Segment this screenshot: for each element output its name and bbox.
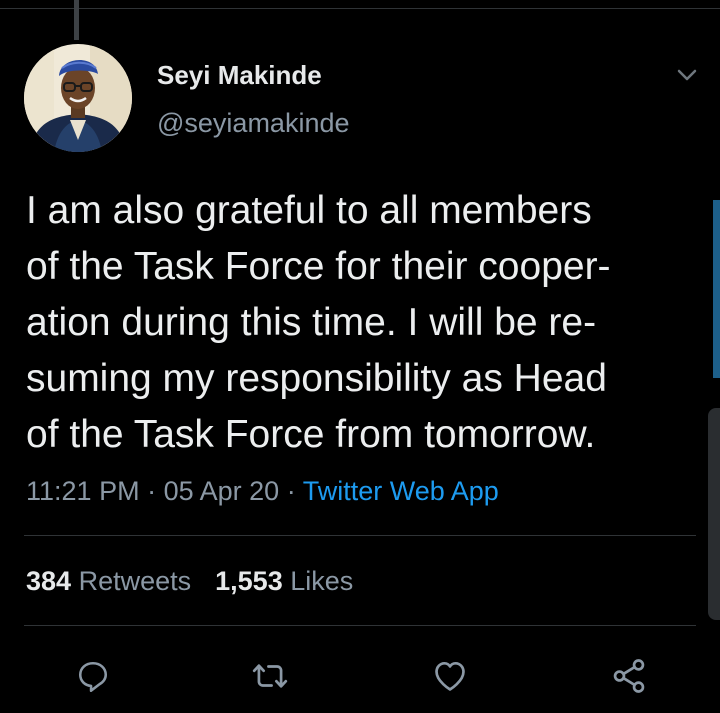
tweet-stats: 384 Retweets 1,553 Likes: [26, 566, 353, 597]
likes-stat[interactable]: 1,553 Likes: [215, 566, 353, 596]
retweet-icon: [252, 664, 288, 688]
divider: [24, 625, 696, 626]
author-display-name[interactable]: Seyi Makinde: [157, 60, 322, 91]
like-button[interactable]: [428, 654, 472, 698]
thread-connector-line: [74, 0, 79, 40]
tweet-meta: 11:21 PM · 05 Apr 20 · Twitter Web App: [26, 476, 499, 507]
meta-separator: ·: [286, 476, 296, 506]
avatar-image: [24, 44, 132, 152]
likes-count: 1,553: [215, 566, 283, 596]
likes-label: Likes: [290, 566, 354, 596]
retweets-count: 384: [26, 566, 72, 596]
reply-button[interactable]: [71, 654, 115, 698]
tweet-text-line: I am also grateful to all members: [26, 189, 592, 232]
heart-icon: [435, 661, 465, 691]
tweet-date[interactable]: 05 Apr 20: [164, 476, 280, 506]
tweet-text-line: of the Task Force for their cooper-: [26, 245, 611, 288]
share-icon: [613, 659, 645, 693]
tweet-text: I am also grateful to all members of the…: [26, 183, 696, 463]
chevron-down-icon: [677, 69, 697, 81]
retweets-stat[interactable]: 384 Retweets: [26, 566, 191, 596]
reply-icon: [78, 661, 108, 692]
author-handle[interactable]: @seyiamakinde: [157, 108, 350, 139]
avatar[interactable]: [24, 44, 132, 152]
tweet-text-line: suming my responsibility as Head: [26, 357, 607, 400]
retweet-button[interactable]: [248, 654, 292, 698]
meta-separator: ·: [147, 476, 157, 506]
tweet-time[interactable]: 11:21 PM: [26, 476, 140, 506]
tweet-text-line: of the Task Force from tomorrow.: [26, 413, 596, 456]
tweet-source-link[interactable]: Twitter Web App: [303, 476, 499, 506]
top-divider: [0, 8, 720, 9]
divider: [24, 535, 696, 536]
share-button[interactable]: [607, 654, 651, 698]
tweet-text-line: ation during this time. I will be re-: [26, 301, 597, 344]
retweets-label: Retweets: [78, 566, 192, 596]
edge-panel-handle[interactable]: [708, 408, 720, 620]
scroll-indicator: [713, 200, 720, 378]
more-options-button[interactable]: [672, 60, 702, 90]
